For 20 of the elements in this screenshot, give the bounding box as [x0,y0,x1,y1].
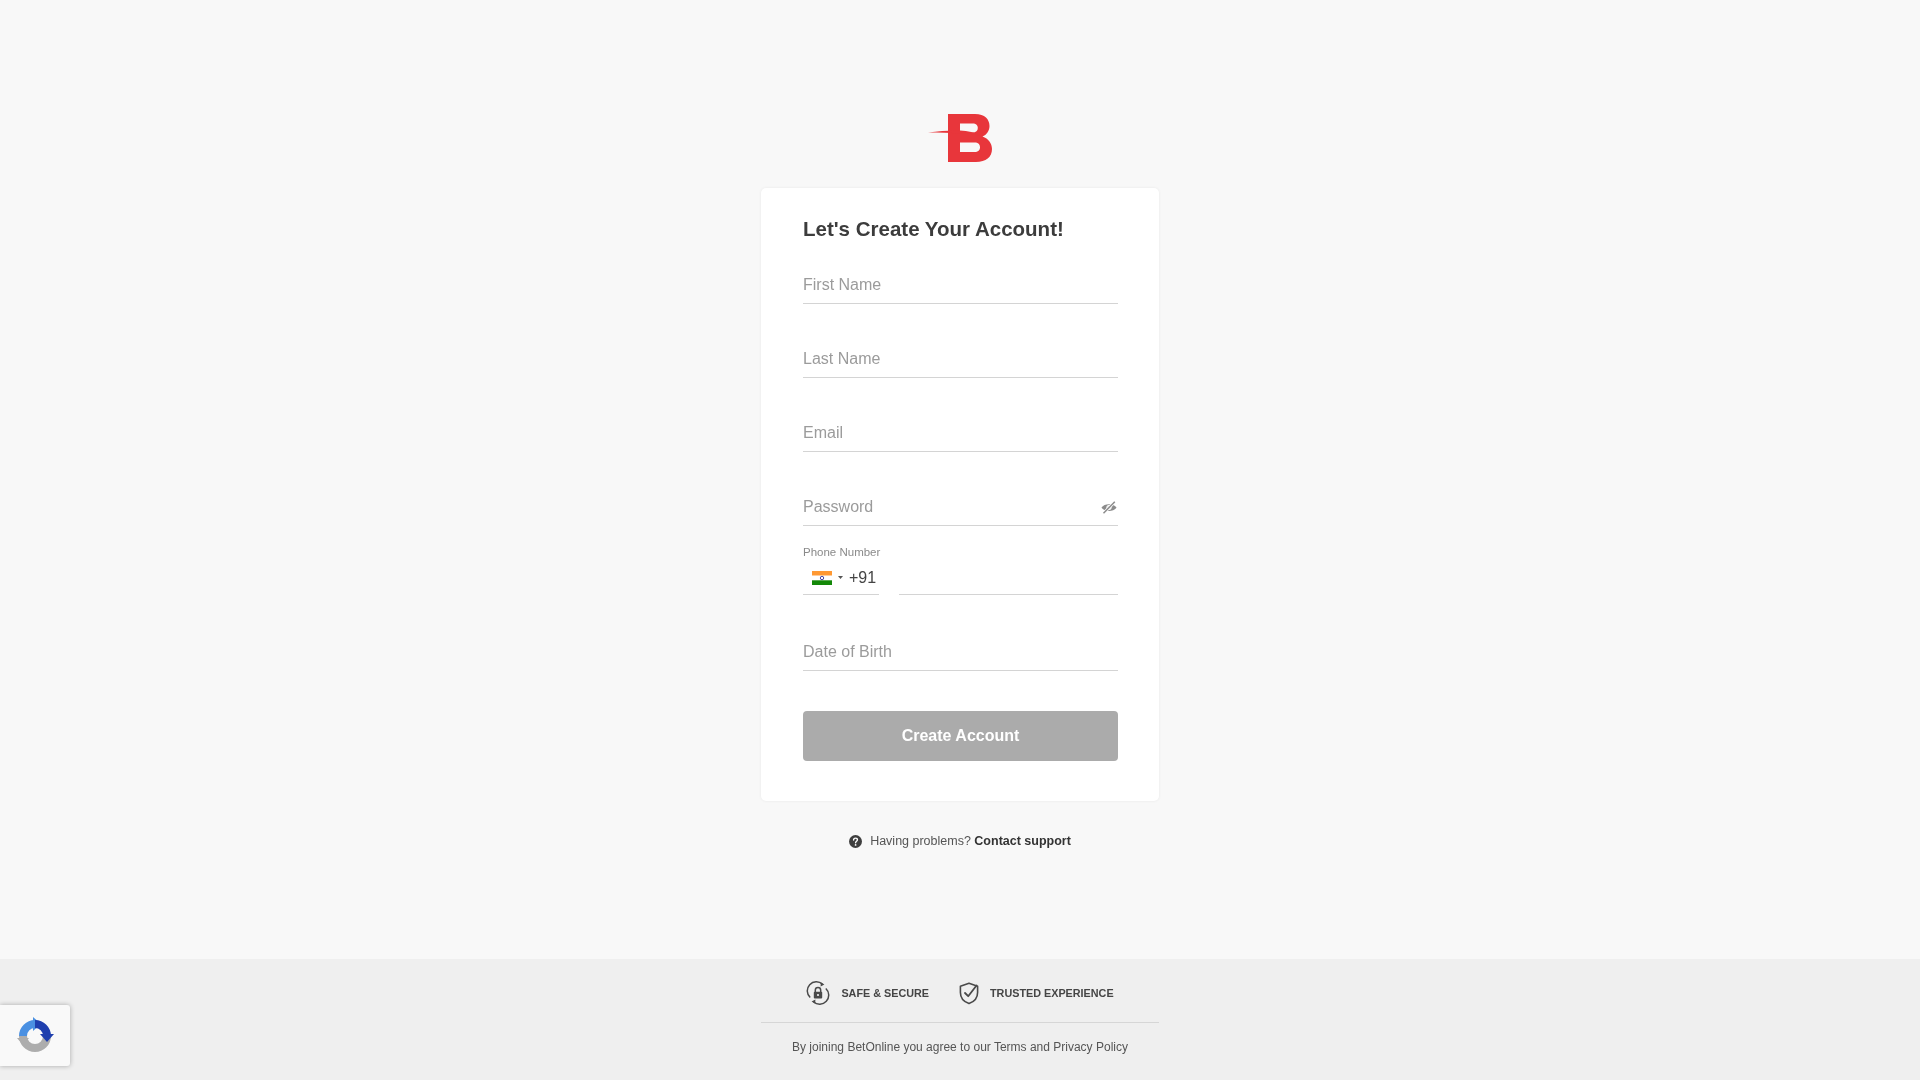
input-field[interactable]: First Name [803,267,1118,304]
caret-icon [838,576,843,579]
trust-label: TRUSTED EXPERIENCE [990,987,1114,999]
legal-text: By joining BetOnline you agree to our Terms and Privacy Policy [791,1039,1129,1055]
contact-support-link[interactable]: Contact support [974,834,1071,848]
input-field[interactable]: Date of Birth [803,634,1118,671]
form-title: Let's Create Your Account! [803,216,1065,242]
input-field[interactable]: Last Name [803,341,1118,378]
trust-label: SAFE & SECURE [841,987,929,999]
lock-icon [806,981,831,1005]
logo [928,114,992,162]
country-code-select[interactable]: +91 [803,561,879,595]
password-field[interactable]: Password [803,489,1118,526]
question-icon [849,834,863,848]
eye-slash-icon[interactable] [1101,501,1117,514]
input-field[interactable]: Email [803,415,1118,452]
field-label: Phone Number [803,545,882,559]
help-text: Having problems? Contact support [870,833,1071,849]
flag-icon [812,570,832,585]
shield-check-icon [959,981,979,1005]
